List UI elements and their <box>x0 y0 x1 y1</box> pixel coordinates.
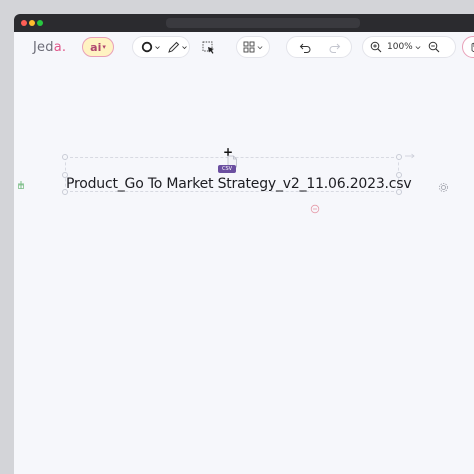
resize-handle[interactable] <box>62 154 68 160</box>
components-grid-button[interactable] <box>243 41 255 53</box>
close-window-button[interactable] <box>21 20 27 26</box>
chevron-down-icon: ▾ <box>102 43 106 51</box>
grid-icon <box>243 41 255 53</box>
gear-icon[interactable] <box>438 182 449 193</box>
caret-down-icon[interactable] <box>155 45 160 50</box>
redo-icon <box>329 43 341 53</box>
select-tool-button[interactable] <box>202 41 216 55</box>
redo-button[interactable] <box>328 41 341 53</box>
undo-button[interactable] <box>299 41 312 53</box>
chevron-down-icon[interactable] <box>257 45 263 50</box>
ai-assistant-button[interactable]: ai ▾ <box>82 37 114 57</box>
resize-handle[interactable] <box>396 154 402 160</box>
window-titlebar <box>14 14 474 32</box>
undo-icon <box>299 43 311 53</box>
address-bar[interactable] <box>166 18 360 28</box>
zoom-in-button[interactable] <box>370 41 382 53</box>
zoom-in-icon <box>370 41 382 53</box>
cursor-select-icon <box>202 41 214 54</box>
drawing-tools-group <box>132 36 190 58</box>
file-type-badge: CSV <box>218 165 237 173</box>
zoom-out-button[interactable] <box>428 41 440 53</box>
remove-circle-icon[interactable] <box>310 204 320 214</box>
drag-handle-icon[interactable] <box>17 180 25 190</box>
file-name-title[interactable]: Product_Go To Market Strategy_v2_11.06.2… <box>66 176 412 192</box>
hand-icon <box>469 41 474 53</box>
maximize-window-button[interactable] <box>37 20 43 26</box>
connector-arrow-icon[interactable] <box>404 153 416 159</box>
chevron-down-icon[interactable] <box>415 45 421 50</box>
logo-accent: a. <box>53 40 67 55</box>
caret-down-icon[interactable] <box>182 45 187 50</box>
whiteboard-canvas[interactable]: + CSV Product_Go To Market Strategy_v2_1… <box>14 72 474 474</box>
circle-shape-icon <box>141 41 153 53</box>
ai-label: ai <box>90 40 102 54</box>
history-group <box>286 36 352 58</box>
zoom-level[interactable]: 100% <box>387 42 413 52</box>
zoom-controls: 100% <box>362 36 456 58</box>
app-logo: Jeda. <box>33 40 66 55</box>
pen-icon <box>168 41 180 53</box>
logo-text: Jed <box>33 40 54 55</box>
zoom-out-icon <box>428 41 440 53</box>
minimize-window-button[interactable] <box>29 20 35 26</box>
app-window: Jeda. ai ▾ 100% + CSV Product_Go To Mark… <box>14 14 474 474</box>
pen-tool-button[interactable] <box>167 41 180 54</box>
components-menu-group <box>236 36 270 58</box>
shape-tool-button[interactable] <box>141 41 153 53</box>
